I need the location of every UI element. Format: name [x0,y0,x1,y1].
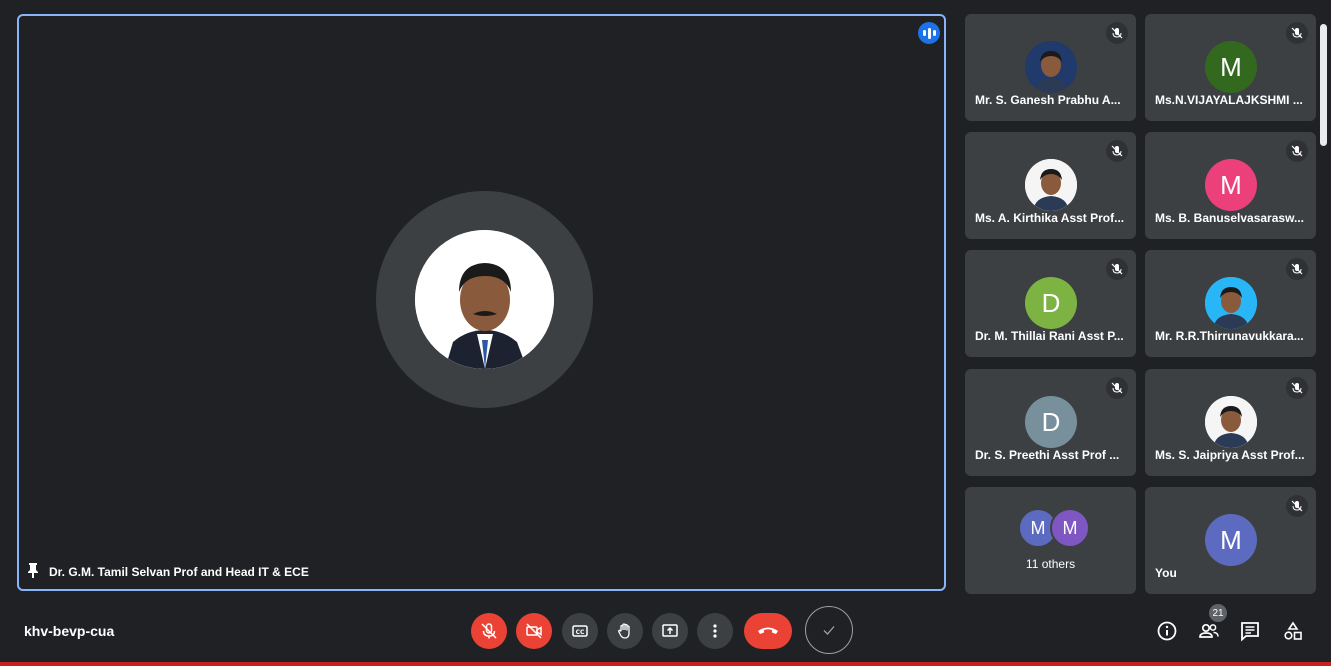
more-options-button[interactable] [697,613,733,649]
participant-tile[interactable]: Ms. A. Kirthika Asst Prof... [965,132,1136,239]
participant-name: Mr. S. Ganesh Prabhu A... [975,93,1121,107]
mic-off-icon [1106,377,1128,399]
captions-button[interactable]: CC [562,613,598,649]
mic-toggle-button[interactable] [471,613,507,649]
activities-icon [1284,621,1302,640]
participant-name: Dr. M. Thillai Rani Asst P... [975,329,1124,343]
hang-up-icon [758,627,778,634]
pin-icon[interactable] [27,562,39,581]
chat-icon [1241,622,1259,642]
main-speaker-label: Dr. G.M. Tamil Selvan Prof and Head IT &… [27,562,309,581]
speaker-avatar [415,230,554,369]
participant-count-badge: 21 [1209,604,1227,622]
activities-button[interactable] [1280,618,1306,644]
main-speaker-tile[interactable]: Dr. G.M. Tamil Selvan Prof and Head IT &… [17,14,946,591]
bottom-control-bar: khv-bevp-cua CC [0,600,1331,660]
others-count-label: 11 others [1025,557,1076,571]
participant-tile[interactable]: M Ms.N.VIJAYALAJKSHMI ... [1145,14,1316,121]
activity-check-button[interactable] [805,606,853,654]
participant-avatar: M [1205,159,1257,211]
speaker-avatar-halo [376,191,593,408]
mic-off-icon [1286,140,1308,162]
present-screen-button[interactable] [652,613,688,649]
meeting-details-button[interactable] [1154,618,1180,644]
participant-tile[interactable]: M Ms. B. Banuselvasarasw... [1145,132,1316,239]
mic-off-icon [1286,377,1308,399]
chat-button[interactable] [1237,618,1263,644]
participant-tile[interactable]: D Dr. S. Preethi Asst Prof ... [965,369,1136,476]
window-frame-edge [0,662,1331,666]
captions-icon: CC [572,625,588,637]
participant-name: Mr. R.R.Thirrunavukkara... [1155,329,1304,343]
more-options-icon [713,624,717,638]
participant-avatar [1205,277,1257,329]
camera-off-icon [526,623,542,639]
self-name: You [1155,566,1177,580]
participant-name: Ms. B. Banuselvasarasw... [1155,211,1304,225]
participant-name: Dr. S. Preethi Asst Prof ... [975,448,1120,462]
mic-off-icon [481,623,497,639]
participant-avatar: D [1025,396,1077,448]
participant-name: Ms. A. Kirthika Asst Prof... [975,211,1125,225]
hang-up-button[interactable] [744,613,792,649]
participant-tile[interactable]: Mr. S. Ganesh Prabhu A... [965,14,1136,121]
participant-avatar: M [1205,41,1257,93]
meeting-code: khv-bevp-cua [24,623,115,639]
raise-hand-button[interactable] [607,613,643,649]
others-tile[interactable]: M M 11 others [965,487,1136,594]
mic-off-icon [1286,495,1308,517]
mic-off-icon [1106,22,1128,44]
participants-scrollbar[interactable] [1320,24,1327,146]
participant-avatar: D [1025,277,1077,329]
svg-text:CC: CC [576,629,585,636]
main-speaker-name: Dr. G.M. Tamil Selvan Prof and Head IT &… [49,564,309,579]
info-icon [1157,621,1177,641]
participant-name: Ms.N.VIJAYALAJKSHMI ... [1155,93,1303,107]
camera-toggle-button[interactable] [516,613,552,649]
participant-tile[interactable]: D Dr. M. Thillai Rani Asst P... [965,250,1136,357]
participant-tile[interactable]: Mr. R.R.Thirrunavukkara... [1145,250,1316,357]
mic-off-icon [1106,258,1128,280]
checkmark-icon [823,626,835,635]
participant-avatar [1025,41,1077,93]
mic-off-icon [1106,140,1128,162]
participant-avatar [1205,396,1257,448]
others-avatar: M [1050,508,1090,548]
participant-tile[interactable]: Ms. S. Jaipriya Asst Prof... [1145,369,1316,476]
mic-off-icon [1286,22,1308,44]
participant-avatar [1025,159,1077,211]
self-tile[interactable]: M You [1145,487,1316,594]
speaking-indicator-icon [918,22,940,44]
raise-hand-icon [618,623,630,639]
mic-off-icon [1286,258,1308,280]
people-icon [1199,623,1219,638]
self-avatar: M [1205,514,1257,566]
present-screen-icon [662,624,678,637]
participant-name: Ms. S. Jaipriya Asst Prof... [1155,448,1305,462]
